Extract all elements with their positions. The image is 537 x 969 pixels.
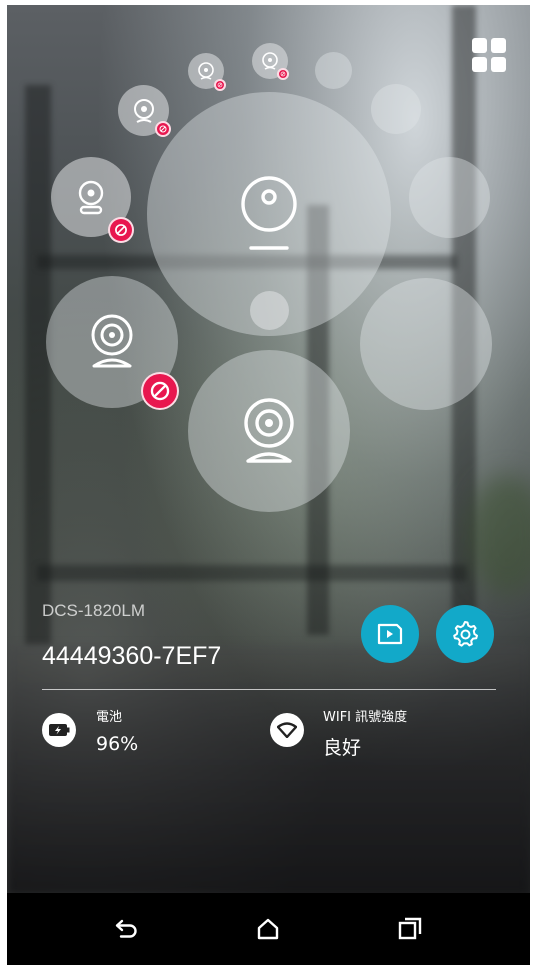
disabled-badge-icon: [108, 217, 134, 243]
wifi-label: WIFI 訊號強度: [323, 710, 408, 725]
disabled-badge-icon: [214, 79, 226, 91]
playback-icon: [377, 623, 403, 645]
camera-icon: [133, 98, 154, 123]
battery-charging-icon: [42, 713, 76, 747]
grid-view-icon: [472, 38, 487, 53]
camera-bubble-small[interactable]: [252, 43, 289, 80]
empty-camera-slot[interactable]: [315, 52, 352, 89]
settings-button[interactable]: [436, 605, 494, 663]
grid-view-icon-cell: [491, 57, 506, 72]
disabled-badge-icon: [155, 121, 171, 137]
empty-camera-slot[interactable]: [371, 84, 421, 134]
system-navigation-bar: [7, 893, 530, 965]
device-model: DCS-1820LM: [42, 601, 145, 620]
camera-icon: [241, 176, 297, 250]
disabled-badge-icon: [141, 372, 179, 410]
background-plant: [467, 475, 530, 595]
battery-label: 電池: [96, 710, 123, 725]
grid-view-icon-cell: [491, 38, 506, 53]
wifi-value: 良好: [323, 737, 362, 759]
camera-icon: [78, 180, 104, 215]
camera-bubble-small[interactable]: [118, 85, 171, 137]
empty-camera-slot[interactable]: [360, 278, 492, 410]
battery-value: 96%: [96, 733, 139, 755]
empty-camera-slot[interactable]: [409, 157, 490, 238]
home-icon: [257, 918, 279, 940]
nav-home-button[interactable]: [248, 911, 288, 947]
back-icon: [115, 919, 137, 938]
grid-view-icon-cell: [472, 57, 487, 72]
camera-bubble-small[interactable]: [188, 53, 226, 91]
camera-bubble-large[interactable]: [188, 350, 350, 512]
nav-back-button[interactable]: [107, 911, 147, 947]
camera-bubble-medium[interactable]: [51, 157, 134, 243]
camera-bubble-large[interactable]: [46, 276, 179, 410]
camera-icon: [91, 314, 133, 368]
grid-view-button[interactable]: [472, 38, 506, 72]
playback-button[interactable]: [361, 605, 419, 663]
background-window-frame: [25, 85, 51, 645]
divider: [42, 689, 496, 690]
camera-icon: [198, 62, 214, 80]
settings-gear-icon: [453, 621, 478, 647]
device-id: 44449360-7EF7: [42, 642, 222, 670]
disabled-badge-icon: [277, 68, 289, 80]
recents-icon: [398, 917, 422, 940]
nav-recents-button[interactable]: [390, 911, 430, 947]
background-window-frame: [37, 565, 467, 581]
camera-icon: [244, 398, 294, 463]
camera-hub-screen: DCS-1820LM 44449360-7EF7 電池 96% WIFI 訊號強…: [7, 5, 530, 965]
empty-camera-slot[interactable]: [250, 291, 289, 330]
background-sofa: [7, 645, 530, 895]
camera-icon: [262, 52, 278, 70]
wifi-icon: [270, 713, 304, 747]
